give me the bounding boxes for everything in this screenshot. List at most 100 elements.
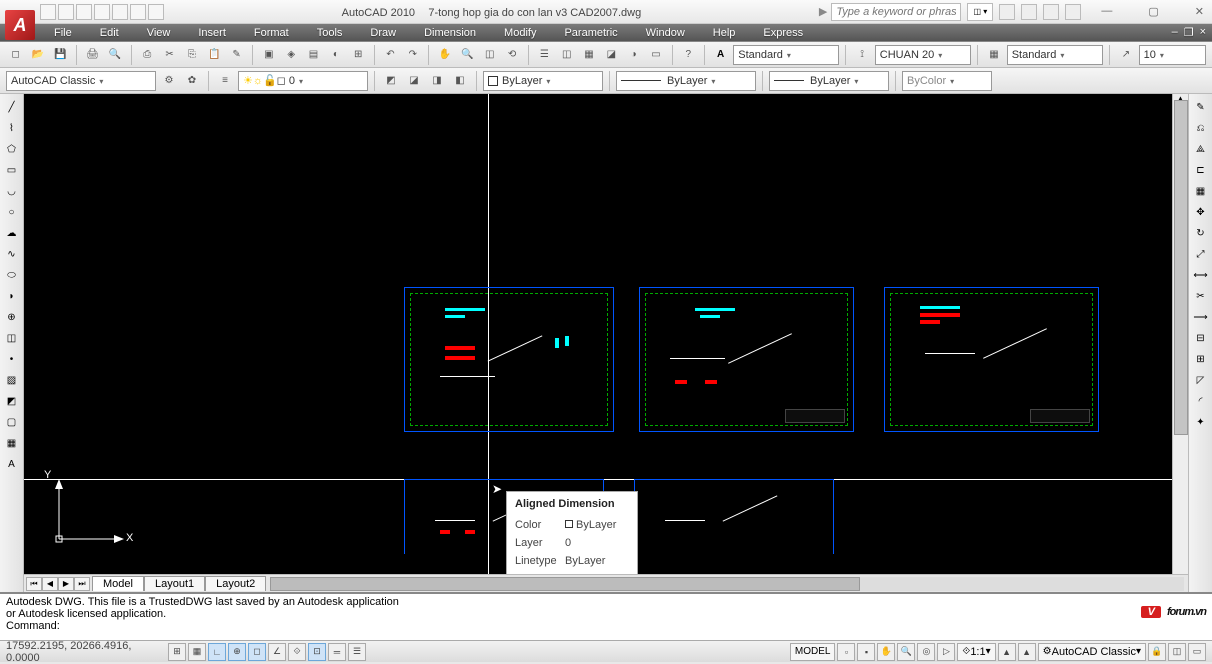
hatch-icon[interactable]: ▨: [3, 371, 21, 389]
comm-icon[interactable]: [1021, 4, 1037, 20]
break-icon[interactable]: ⊟: [1192, 329, 1210, 347]
tablestyle-icon[interactable]: ▦: [984, 45, 1003, 65]
rect-icon[interactable]: ▭: [3, 161, 21, 179]
lineweight-dropdown[interactable]: ByLayer: [769, 71, 889, 91]
help-icon[interactable]: [1065, 4, 1081, 20]
fillet-icon[interactable]: ◜: [1192, 392, 1210, 410]
menu-dimension[interactable]: Dimension: [410, 27, 490, 39]
tab-prev-icon[interactable]: ◀: [42, 577, 58, 591]
lwt-toggle[interactable]: ═: [328, 643, 346, 661]
qat-redo-icon[interactable]: [112, 4, 128, 20]
sheet-icon[interactable]: ▤: [304, 45, 323, 65]
tab-layout2[interactable]: Layout2: [205, 576, 266, 591]
ws-settings-icon[interactable]: ⚙: [159, 71, 179, 91]
scale-icon[interactable]: ⤢: [1192, 245, 1210, 263]
new-icon[interactable]: ◻: [6, 45, 25, 65]
tab-first-icon[interactable]: ⏮: [26, 577, 42, 591]
explode-icon[interactable]: ✦: [1192, 413, 1210, 431]
dim-style-dropdown[interactable]: CHUAN 20: [875, 45, 972, 65]
vertical-scrollbar[interactable]: ▲: [1172, 94, 1188, 574]
menu-parametric[interactable]: Parametric: [550, 27, 631, 39]
qat-print-icon[interactable]: [130, 4, 146, 20]
dimstyle-icon[interactable]: ⟟: [852, 45, 871, 65]
revcloud-icon[interactable]: ☁: [3, 224, 21, 242]
mdi-restore-button[interactable]: ❐: [1182, 26, 1196, 39]
dc-icon[interactable]: ◫: [557, 45, 576, 65]
stretch-icon[interactable]: ⟷: [1192, 266, 1210, 284]
props-icon[interactable]: ☰: [535, 45, 554, 65]
mkp-icon[interactable]: ◑: [624, 45, 643, 65]
ellarc-icon[interactable]: ◗: [3, 287, 21, 305]
menu-window[interactable]: Window: [632, 27, 699, 39]
publish-icon[interactable]: ⎙: [138, 45, 157, 65]
qc-icon[interactable]: ▭: [646, 45, 665, 65]
copy-obj-icon[interactable]: ⎌: [1192, 119, 1210, 137]
paste-icon[interactable]: 📋: [205, 45, 224, 65]
menu-tools[interactable]: Tools: [303, 27, 357, 39]
zoom-win-icon[interactable]: ◫: [480, 45, 499, 65]
region-icon[interactable]: ▢: [3, 413, 21, 431]
mirror-icon[interactable]: ⟁: [1192, 140, 1210, 158]
drawing-canvas[interactable]: ➤: [24, 94, 1172, 574]
wheel-icon[interactable]: ◎: [917, 643, 935, 661]
qat-new-icon[interactable]: [40, 4, 56, 20]
mkblock-icon[interactable]: ◫: [3, 329, 21, 347]
mleader-style-dropdown[interactable]: 10: [1139, 45, 1207, 65]
qp-toggle[interactable]: ☰: [348, 643, 366, 661]
qv-layouts-icon[interactable]: ▫: [837, 643, 855, 661]
polygon-icon[interactable]: ⬠: [3, 140, 21, 158]
gradient-icon[interactable]: ◩: [3, 392, 21, 410]
anno-scale-dropdown[interactable]: ⟐ 1:1 ▾: [957, 643, 995, 661]
ws-gear-icon[interactable]: ✿: [182, 71, 202, 91]
ellipse-icon[interactable]: ⬭: [3, 266, 21, 284]
preview-icon[interactable]: 🔍: [105, 45, 124, 65]
view-mode-button[interactable]: ◫ ▾: [967, 3, 993, 21]
rotate-icon[interactable]: ↻: [1192, 224, 1210, 242]
tab-model[interactable]: Model: [92, 576, 144, 591]
join-icon[interactable]: ⊞: [1192, 350, 1210, 368]
circle-icon[interactable]: ○: [3, 203, 21, 221]
menu-express[interactable]: Express: [749, 27, 817, 39]
minimize-button[interactable]: —: [1101, 5, 1112, 18]
undo-icon[interactable]: ↶: [381, 45, 400, 65]
qv-dwg-icon[interactable]: ▪: [857, 643, 875, 661]
chamfer-icon[interactable]: ◸: [1192, 371, 1210, 389]
plot-icon[interactable]: 🖨: [83, 45, 102, 65]
zoom-prev-icon[interactable]: ⟲: [502, 45, 521, 65]
anno-auto-icon[interactable]: ▲: [1018, 643, 1036, 661]
coords-display[interactable]: 17592.2195, 20266.4916, 0.0000: [6, 640, 166, 664]
ssm-icon[interactable]: ◪: [602, 45, 621, 65]
mdi-close-button[interactable]: ×: [1198, 26, 1208, 39]
help2-icon[interactable]: ?: [679, 45, 698, 65]
otrack-toggle[interactable]: ∠: [268, 643, 286, 661]
array-icon[interactable]: ▦: [1192, 182, 1210, 200]
motion-icon[interactable]: ▷: [937, 643, 955, 661]
zoom2-icon[interactable]: 🔍: [897, 643, 915, 661]
ortho-toggle[interactable]: ∟: [208, 643, 226, 661]
search-input[interactable]: [831, 3, 961, 21]
mleader-icon[interactable]: ↗: [1116, 45, 1135, 65]
infocenter-icon[interactable]: [999, 4, 1015, 20]
layer-off-icon[interactable]: ◨: [427, 71, 447, 91]
tab-last-icon[interactable]: ⏭: [74, 577, 90, 591]
polar-toggle[interactable]: ⊕: [228, 643, 246, 661]
table-style-dropdown[interactable]: Standard: [1007, 45, 1104, 65]
model-space-button[interactable]: MODEL: [790, 643, 836, 661]
cut-icon[interactable]: ✂: [160, 45, 179, 65]
spline-icon[interactable]: ∿: [3, 245, 21, 263]
match-icon[interactable]: ✎: [227, 45, 246, 65]
menu-file[interactable]: File: [40, 27, 86, 39]
clean-screen-icon[interactable]: ▭: [1188, 643, 1206, 661]
design-icon[interactable]: ◈: [282, 45, 301, 65]
anno-vis-icon[interactable]: ▲: [998, 643, 1016, 661]
move-icon[interactable]: ✥: [1192, 203, 1210, 221]
offset-icon[interactable]: ⊏: [1192, 161, 1210, 179]
ducs-toggle[interactable]: ⟐: [288, 643, 306, 661]
menu-modify[interactable]: Modify: [490, 27, 550, 39]
pline-icon[interactable]: ⌇: [3, 119, 21, 137]
calc-icon[interactable]: ⊞: [349, 45, 368, 65]
menu-format[interactable]: Format: [240, 27, 303, 39]
tab-next-icon[interactable]: ▶: [58, 577, 74, 591]
horizontal-scrollbar[interactable]: [270, 577, 1184, 591]
menu-insert[interactable]: Insert: [184, 27, 240, 39]
